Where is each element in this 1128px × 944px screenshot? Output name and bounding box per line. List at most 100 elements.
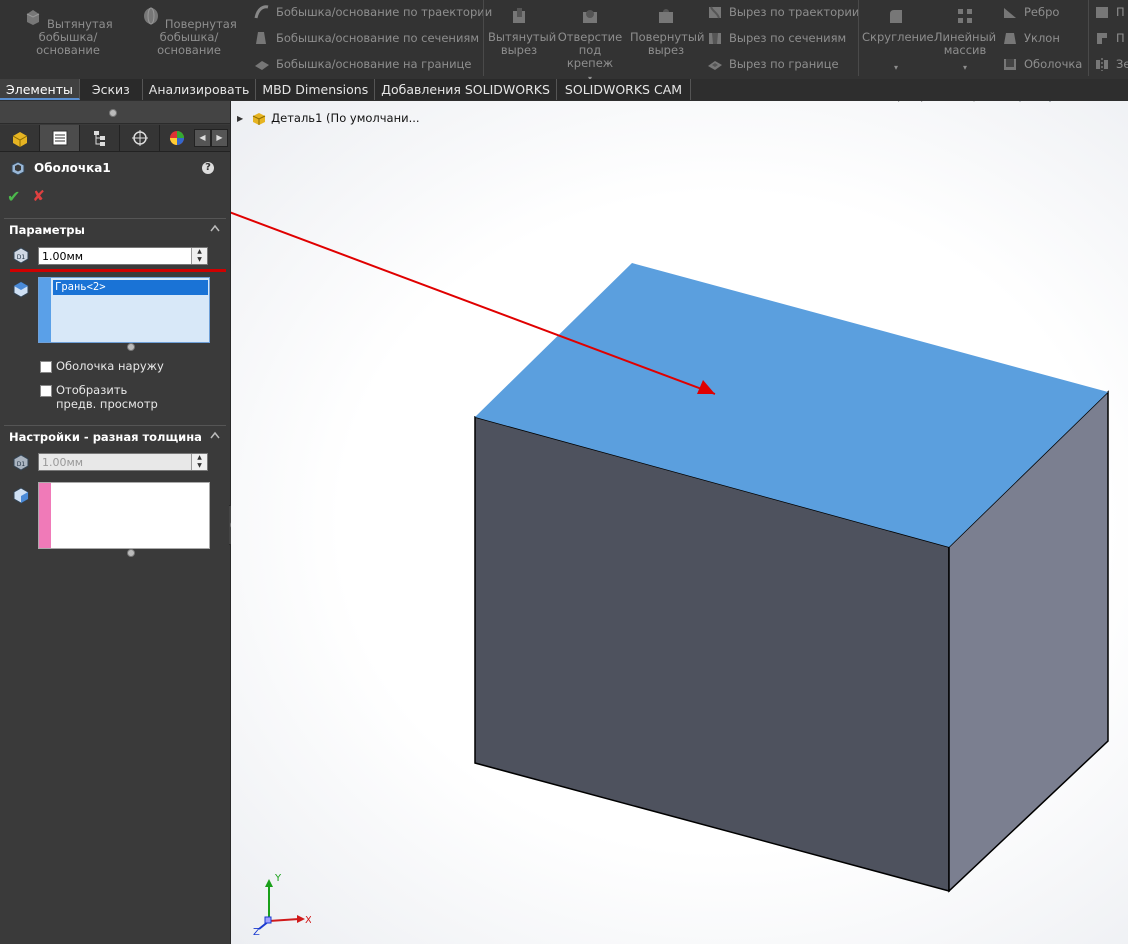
ok-button[interactable]: ✔ <box>7 187 20 206</box>
display-style-icon[interactable] <box>1040 101 1060 104</box>
faces-to-remove-list[interactable]: Грань<2> <box>38 277 210 343</box>
hole-wizard-icon <box>583 10 597 23</box>
property-manager-panel: ◀ ▶ Оболочка1 ? ✔ ✘ Параметры D1 1.00мм … <box>0 101 231 944</box>
shell-outward-checkbox[interactable] <box>40 361 52 373</box>
display-style-dropdown-icon[interactable]: ▾ <box>1063 101 1067 104</box>
zoom-to-fit-icon[interactable] <box>895 101 915 104</box>
mirror-icon <box>1096 58 1108 71</box>
display-manager-tab[interactable] <box>160 125 194 151</box>
swept-boss-button[interactable]: Бобышка/основание по траектории <box>254 3 492 21</box>
multi-thickness-field: 1.00мм ▲ ▼ <box>38 453 208 471</box>
ribbon-right-item-3[interactable]: Зе <box>1094 55 1128 73</box>
property-manager-tab[interactable] <box>40 125 80 151</box>
boundary-cut-button[interactable]: Вырез по границе <box>707 55 839 73</box>
command-manager-tabs: Элементы Эскиз Анализировать MBD Dimensi… <box>0 79 1128 101</box>
annotation-underline <box>10 269 226 272</box>
view-orientation-dropdown-icon[interactable]: ▾ <box>1033 101 1037 104</box>
lofted-boss-icon <box>256 32 266 44</box>
multi-thickness-group-title: Настройки - разная толщина <box>9 430 202 444</box>
list-item[interactable]: Грань<2> <box>53 280 208 295</box>
parameters-group-header[interactable]: Параметры <box>4 218 226 241</box>
reference-triad: Y X Z <box>253 873 311 937</box>
section-view-icon[interactable] <box>964 101 984 104</box>
multi-thickness-group-header[interactable]: Настройки - разная толщина <box>4 425 226 448</box>
extruded-boss-icon <box>27 10 40 25</box>
property-manager-icon <box>52 130 67 146</box>
chevron-up-icon[interactable] <box>210 431 220 439</box>
hide-show-items-icon[interactable] <box>1070 101 1090 104</box>
model-box <box>231 211 1109 893</box>
multi-thickness-faces-icon <box>13 487 29 504</box>
boundary-cut-icon <box>708 61 722 70</box>
extruded-boss-button[interactable]: Вытянутая бобышка/основание <box>8 6 128 57</box>
shell-icon <box>1004 59 1016 70</box>
splitter-grip-icon[interactable] <box>109 109 117 117</box>
previous-view-icon[interactable] <box>941 101 961 104</box>
shell-button[interactable]: Оболочка <box>1002 55 1082 73</box>
triad-x-label: X <box>305 915 311 926</box>
dimxpert-manager-tab[interactable] <box>120 125 160 151</box>
rib-button[interactable]: Ребро <box>1002 3 1059 21</box>
hole-wizard-button[interactable]: Отверстие под крепеж ▾ <box>554 6 626 85</box>
help-icon[interactable]: ? <box>202 162 214 174</box>
svg-text:D1: D1 <box>17 254 26 261</box>
swept-boss-icon <box>254 5 269 19</box>
dynamic-annotation-icon[interactable] <box>987 101 1007 104</box>
fillet-button[interactable]: Скругление ▾ <box>862 6 934 74</box>
extruded-cut-icon <box>513 8 525 23</box>
list-resize-grip-icon[interactable] <box>127 343 135 351</box>
tab-evaluate[interactable]: Анализировать <box>142 79 257 100</box>
show-preview-checkbox[interactable] <box>40 385 52 397</box>
shell-feature-icon <box>11 161 25 176</box>
display-manager-icon <box>170 131 184 145</box>
linear-pattern-dropdown-icon[interactable]: ▾ <box>933 61 997 74</box>
boundary-boss-icon <box>255 61 269 70</box>
shell-outward-option[interactable]: Оболочка наружу <box>40 359 164 373</box>
cancel-button[interactable]: ✘ <box>32 187 45 206</box>
ribbon-right-item-1[interactable]: П <box>1094 3 1125 21</box>
show-preview-option[interactable]: Отобразить предв. просмотр <box>40 383 170 411</box>
configuration-manager-icon <box>93 131 105 146</box>
tab-solidworks-addins[interactable]: Добавления SOLIDWORKS <box>375 79 557 100</box>
revolved-cut-button[interactable]: Повернутый вырез <box>630 6 704 57</box>
multi-thickness-faces-list[interactable] <box>38 482 210 549</box>
fillet-dropdown-icon[interactable]: ▾ <box>862 61 930 74</box>
linear-pattern-button[interactable]: Линейный массив ▾ <box>933 6 997 74</box>
tabs-scroll-left-icon[interactable]: ◀ <box>194 129 211 147</box>
tab-solidworks-cam[interactable]: SOLIDWORKS CAM <box>556 79 692 100</box>
command-manager-ribbon: Вытянутая бобышка/основание Повернутая б… <box>0 0 1128 83</box>
triad-y-label: Y <box>274 873 282 884</box>
swept-cut-button[interactable]: Вырез по траектории <box>707 3 859 21</box>
thickness-stepper[interactable]: ▲ ▼ <box>191 248 207 264</box>
tab-features[interactable]: Элементы <box>0 79 80 100</box>
boundary-boss-button[interactable]: Бобышка/основание на границе <box>254 55 471 73</box>
feature-tree-tab[interactable] <box>0 125 40 151</box>
extruded-cut-button[interactable]: Вытянутый вырез <box>488 6 556 57</box>
lofted-cut-button[interactable]: Вырез по сечениям <box>707 29 846 47</box>
dimxpert-icon <box>131 130 148 146</box>
list-resize-grip-icon[interactable] <box>127 549 135 557</box>
multi-thickness-input[interactable]: 1.00мм ▲ ▼ <box>38 453 208 471</box>
intersect-icon <box>1097 33 1107 44</box>
view-orientation-icon[interactable] <box>1010 101 1030 104</box>
fillet-icon <box>890 10 902 23</box>
tab-sketch[interactable]: Эскиз <box>79 79 143 100</box>
revolved-boss-button[interactable]: Повернутая бобышка/основание <box>130 6 248 57</box>
tabs-scroll-right-icon[interactable]: ▶ <box>211 129 228 147</box>
ribbon-separator <box>1088 0 1089 76</box>
ribbon-right-item-2[interactable]: П <box>1094 29 1125 47</box>
multi-thickness-stepper[interactable]: ▲ ▼ <box>191 454 207 470</box>
ribbon-separator <box>483 0 484 76</box>
configuration-manager-tab[interactable] <box>80 125 120 151</box>
revolved-cut-icon <box>659 9 673 23</box>
thickness-input[interactable]: 1.00мм ▲ ▼ <box>38 247 208 265</box>
lofted-boss-button[interactable]: Бобышка/основание по сечениям <box>254 29 479 47</box>
zoom-to-area-icon[interactable] <box>918 101 938 104</box>
draft-button[interactable]: Уклон <box>1002 29 1060 47</box>
panel-splitter[interactable] <box>0 101 230 124</box>
ok-cancel-bar: ✔ ✘ <box>7 187 45 206</box>
chevron-up-icon[interactable] <box>210 224 220 232</box>
parameters-group-title: Параметры <box>9 223 85 237</box>
tab-mbd-dimensions[interactable]: MBD Dimensions <box>256 79 376 100</box>
graphics-area[interactable]: ▶ Деталь1 (По умолчани... ▾ ▾ Y X Z <box>231 101 1128 944</box>
